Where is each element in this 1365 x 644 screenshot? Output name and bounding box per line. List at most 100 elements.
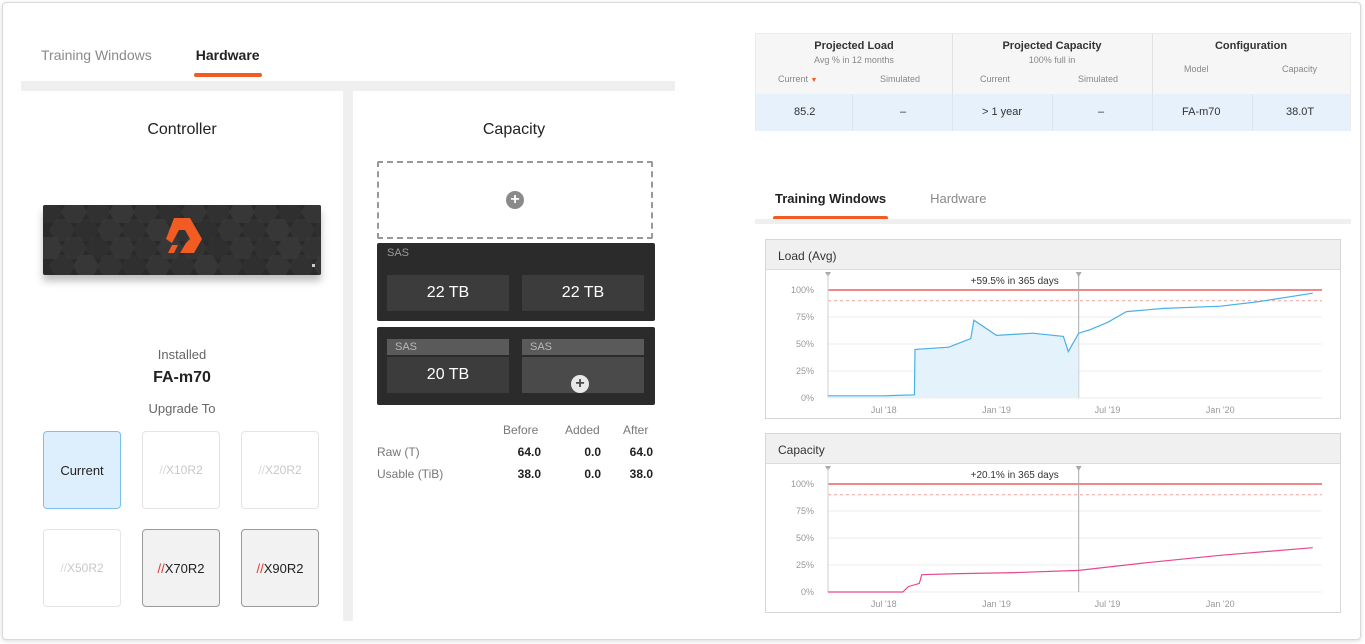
shelf-1: SAS 22 TB 22 TB	[377, 243, 655, 321]
tab-hardware[interactable]: Hardware	[930, 191, 986, 220]
col-header-label: Current	[778, 74, 809, 84]
capacity-title: Capacity	[482, 121, 546, 138]
col-header-model: Model	[1184, 64, 1209, 74]
capacity-chart-title: Capacity	[766, 434, 1340, 464]
add-icon: +	[506, 191, 524, 209]
y-tick-label: 75%	[796, 312, 814, 322]
drive-pack[interactable]: 22 TB	[522, 275, 644, 311]
drive-label: SAS	[522, 339, 644, 355]
status-led	[312, 264, 315, 267]
load-chart[interactable]: 100% 75% 50% 25% 0% Jul '18 Jan '19 Jul '19 Jan …	[766, 270, 1340, 418]
y-tick-label: 0%	[801, 587, 814, 597]
controller-panel: Controller Installed FA-m70 Upgrade To C…	[21, 91, 343, 621]
controller-title: Controller	[147, 121, 217, 138]
upgrade-option-x90r2[interactable]: //X90R2	[241, 529, 319, 607]
y-tick-label: 0%	[801, 393, 814, 403]
stats-value: 64.0	[517, 445, 541, 459]
tab-hardware[interactable]: Hardware	[193, 47, 262, 77]
brand-logo-icon	[166, 218, 202, 253]
panel-divider	[343, 91, 353, 621]
cell-divider	[1152, 94, 1153, 131]
shelf-label: SAS	[387, 247, 410, 259]
config-capacity-value: 38.0T	[1286, 106, 1315, 118]
stats-header-added: Added	[565, 423, 600, 437]
upgrade-option-prefix: //	[258, 463, 265, 477]
capacity-simulated-value: –	[1098, 106, 1105, 118]
app-window: Training Windows Hardware Controller Ins…	[2, 2, 1361, 640]
upgrade-option-current[interactable]: Current	[43, 431, 121, 509]
stats-value: 0.0	[584, 467, 601, 481]
cell-divider	[1252, 94, 1253, 131]
stats-row-label: Raw (T)	[377, 445, 420, 459]
controller-chassis-image	[43, 205, 321, 275]
group-title: Projected Load	[814, 40, 894, 52]
group-subtitle: 100% full in	[1028, 55, 1076, 65]
stats-value: 38.0	[517, 467, 541, 481]
series-line	[828, 547, 1313, 593]
projection-summary-table: Projected Load Avg % in 12 months Curren…	[755, 33, 1351, 131]
group-subtitle: Avg % in 12 months	[814, 55, 894, 65]
col-header-current-sort[interactable]: Current ▼	[778, 74, 817, 84]
stats-value: 0.0	[584, 445, 601, 459]
stats-value: 38.0	[629, 467, 653, 481]
y-tick-label: 100%	[791, 285, 814, 295]
x-tick-label: Jan '19	[982, 599, 1011, 609]
y-tick-label: 100%	[791, 479, 814, 489]
left-tab-bar: Training Windows Hardware	[41, 47, 262, 77]
add-drive-slot[interactable]: +	[522, 357, 644, 393]
marker-handle-icon	[1075, 272, 1082, 277]
x-tick-label: Jul '19	[1095, 405, 1121, 415]
shelf-2: SAS 20 TB SAS +	[377, 327, 655, 405]
tab-divider	[21, 81, 675, 91]
config-model-value: FA-m70	[1182, 106, 1221, 118]
upgrade-option-prefix: //	[256, 560, 264, 576]
projected-capacity-header: Projected Capacity 100% full in	[952, 34, 1152, 94]
sort-desc-icon: ▼	[810, 77, 818, 84]
add-icon: +	[571, 375, 589, 393]
tab-divider	[755, 219, 1351, 224]
y-tick-label: 25%	[796, 560, 814, 570]
upgrade-option-label: Current	[60, 462, 104, 478]
installed-model: FA-m70	[153, 369, 211, 386]
y-tick-label: 75%	[796, 506, 814, 516]
load-chart-title: Load (Avg)	[766, 240, 1340, 270]
stats-header-before: Before	[503, 423, 539, 437]
upgrade-option-label: X70R2	[164, 560, 205, 576]
x-tick-label: Jan '19	[982, 405, 1011, 415]
upgrade-option-label: X90R2	[263, 560, 304, 576]
upgrade-option-prefix: //	[159, 463, 166, 477]
cell-divider	[852, 94, 853, 131]
add-shelf-dropzone[interactable]: +	[377, 161, 653, 239]
group-title: Projected Capacity	[1002, 40, 1102, 52]
marker-handle-icon	[1075, 466, 1082, 471]
load-chart-panel: Load (Avg) 100% 75% 50% 25% 0% Jul '18 Jan '19…	[765, 239, 1341, 419]
load-simulated-value: –	[900, 106, 907, 118]
drive-pack[interactable]: 20 TB	[387, 357, 509, 393]
upgrade-option-label: X20R2	[264, 463, 302, 477]
right-tab-bar: Training Windows Hardware	[772, 191, 986, 220]
stats-header-after: After	[623, 423, 649, 437]
upgrade-option-x70r2[interactable]: //X70R2	[142, 529, 220, 607]
tab-training-windows[interactable]: Training Windows	[772, 191, 889, 220]
cell-divider	[1052, 94, 1053, 131]
drive-pack[interactable]: 22 TB	[387, 275, 509, 311]
upgrade-option-label: X10R2	[165, 463, 203, 477]
y-tick-label: 50%	[796, 533, 814, 543]
growth-annotation: +59.5% in 365 days	[971, 276, 1059, 287]
x-tick-label: Jul '19	[1095, 599, 1121, 609]
capacity-chart[interactable]: 100% 75% 50% 25% 0% Jul '18 Jan '19 Jul '19 Jan …	[766, 464, 1340, 612]
cell-divider	[952, 94, 953, 131]
projected-load-header: Projected Load Avg % in 12 months	[756, 34, 952, 94]
col-header-simulated: Simulated	[880, 74, 921, 84]
capacity-current-value: > 1 year	[982, 106, 1023, 118]
x-tick-label: Jul '18	[871, 599, 897, 609]
upgrade-option-prefix: //	[157, 560, 165, 576]
tab-training-windows[interactable]: Training Windows	[41, 47, 152, 77]
stats-row-label: Usable (TiB)	[377, 467, 444, 481]
col-header-capacity: Capacity	[1282, 64, 1318, 74]
capacity-panel: Capacity + SAS 22 TB 22 TB SAS 20 TB SAS…	[353, 91, 675, 621]
x-tick-label: Jan '20	[1206, 405, 1235, 415]
upgrade-label: Upgrade To	[148, 401, 216, 416]
x-tick-label: Jan '20	[1206, 599, 1235, 609]
group-title: Configuration	[1214, 40, 1288, 52]
